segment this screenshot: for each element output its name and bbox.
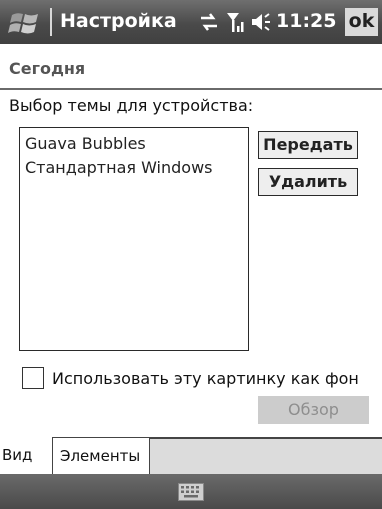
tab-items[interactable]: Элементы — [53, 437, 150, 474]
page-header: Сегодня — [0, 54, 382, 84]
keyboard-icon[interactable] — [178, 483, 204, 501]
delete-button[interactable]: Удалить — [258, 168, 358, 196]
tab-bar: Вид Элементы — [0, 437, 382, 474]
use-as-background-checkbox[interactable] — [22, 367, 44, 389]
theme-list-item[interactable]: Guava Bubbles — [20, 132, 248, 156]
menu-bar — [0, 474, 382, 509]
title-bar: Настройка 11:25 ok — [0, 0, 382, 44]
connectivity-icon[interactable] — [198, 10, 220, 34]
beam-button[interactable]: Передать — [258, 131, 358, 159]
title-separator — [50, 8, 52, 36]
tab-appearance[interactable]: Вид — [0, 437, 53, 474]
clock[interactable]: 11:25 — [276, 10, 336, 32]
theme-prompt-label: Выбор темы для устройства: — [9, 96, 254, 115]
signal-icon[interactable] — [226, 10, 246, 34]
app-title: Настройка — [60, 10, 177, 32]
header-divider — [0, 88, 382, 90]
windows-flag-icon[interactable] — [8, 9, 44, 37]
theme-list-item[interactable]: Стандартная Windows — [20, 156, 248, 180]
use-as-background-label[interactable]: Использовать эту картинку как фон — [52, 369, 359, 388]
volume-icon[interactable] — [250, 10, 272, 34]
ok-button[interactable]: ok — [345, 8, 378, 36]
browse-button[interactable]: Обзор — [258, 396, 369, 424]
theme-list[interactable]: Guava Bubbles Стандартная Windows — [19, 127, 249, 351]
tab-bar-fill — [150, 437, 382, 474]
tab-bar-border — [150, 437, 382, 439]
page-title: Сегодня — [9, 59, 86, 78]
